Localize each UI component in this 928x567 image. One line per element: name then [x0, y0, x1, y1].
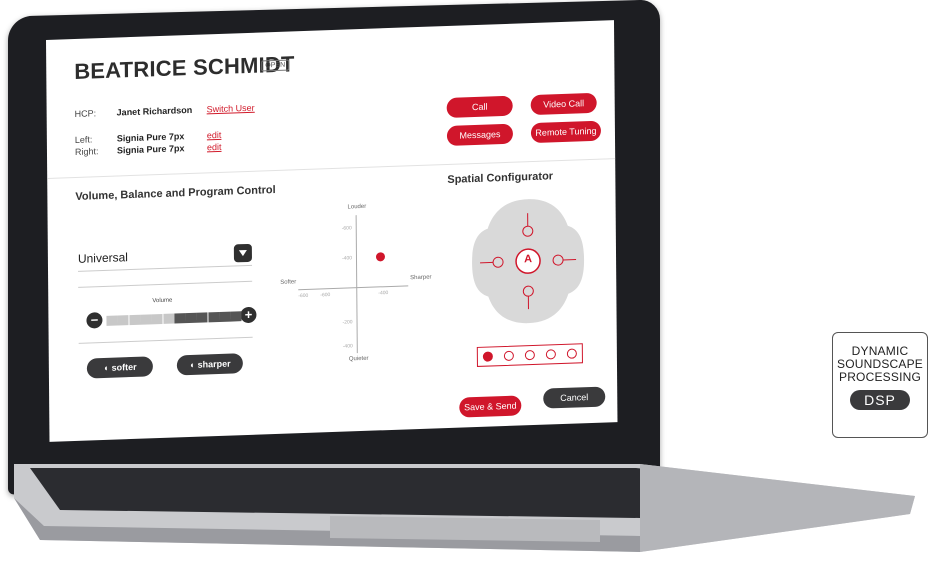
mode-side-icon[interactable] [540, 345, 561, 364]
sharper-button[interactable]: ◖ sharper [176, 353, 243, 376]
program-select[interactable]: Universal [77, 240, 253, 272]
badge-line-3: PROCESSING [838, 370, 921, 384]
volume-segment [185, 312, 197, 324]
balance-marker[interactable] [375, 252, 386, 262]
volume-plus-button[interactable]: + [240, 306, 257, 324]
volume-segment [151, 313, 163, 325]
volume-segment [208, 311, 220, 323]
hcp-label: HCP: [74, 108, 97, 120]
loud-label: Louder [347, 203, 367, 211]
speaker-icon: ◖ [189, 359, 195, 371]
remote-tuning-button[interactable]: Remote Tuning [530, 120, 602, 144]
left-label: Left: [74, 134, 93, 145]
softer-label: softer [111, 361, 137, 373]
call-button[interactable]: Call [446, 95, 513, 119]
tick-label: -200 [342, 319, 353, 326]
volume-segment [219, 311, 231, 322]
messages-button[interactable]: Messages [446, 123, 514, 147]
switch-user-link[interactable]: Switch User [207, 103, 255, 115]
quiet-label: Quieter [348, 355, 369, 363]
right-edit-link[interactable]: edit [207, 142, 222, 153]
volume-segment [129, 314, 141, 326]
speaker-icon: ◖ [103, 362, 109, 374]
save-send-button[interactable]: Save & Send [459, 395, 522, 418]
volume-segment [174, 313, 186, 324]
volume-segment [117, 315, 129, 326]
mode-back-icon[interactable] [519, 346, 540, 365]
right-label: Right: [74, 146, 99, 157]
status-badge: OPEN [261, 59, 290, 72]
hcp-name: Janet Richardson [116, 104, 193, 118]
divider-line [78, 280, 253, 288]
app-screen: BEATRICE SCHMIDT OPEN HCP: Janet Richard… [46, 20, 618, 442]
tick-label: -600 [320, 292, 331, 299]
volume-segment [196, 312, 208, 323]
soft-label: Softer [280, 279, 297, 286]
volume-segment [230, 311, 242, 322]
left-edit-link[interactable]: edit [207, 130, 222, 141]
chevron-down-icon[interactable] [233, 243, 252, 263]
tick-label: -600 [298, 292, 309, 300]
mode-focus-icon[interactable] [561, 344, 582, 363]
volume-segment [162, 313, 175, 324]
volume-minus-button[interactable]: − [86, 312, 103, 329]
balance-horizontal-axis [298, 285, 409, 291]
spatial-center-label: A [524, 253, 533, 266]
tick-label: -600 [341, 225, 352, 232]
tick-label: -400 [341, 255, 353, 262]
volume-segment [140, 314, 152, 325]
dsp-badge: DYNAMIC SOUNDSCAPE PROCESSING DSP [832, 332, 928, 438]
mode-all-icon[interactable] [478, 347, 499, 366]
left-device: Signia Pure 7px [116, 131, 185, 144]
sharp-label: Sharper [410, 274, 432, 282]
volume-section-title: Volume, Balance and Program Control [75, 183, 276, 203]
spatial-mode-icons [476, 343, 583, 367]
spatial-title: Spatial Configurator [447, 170, 554, 186]
video-call-button[interactable]: Video Call [530, 92, 597, 116]
tick-label: -400 [342, 343, 353, 350]
laptop-base [14, 464, 915, 552]
mode-front-icon[interactable] [499, 346, 520, 365]
volume-label: Volume [152, 297, 173, 305]
dsp-pill: DSP [850, 390, 910, 410]
tick-label: -400 [378, 290, 389, 297]
program-value: Universal [77, 250, 128, 266]
balance-vertical-axis [355, 215, 358, 354]
divider-line [78, 336, 253, 344]
right-device: Signia Pure 7px [116, 143, 185, 156]
volume-segment [106, 315, 118, 326]
cancel-button[interactable]: Cancel [543, 386, 606, 409]
softer-button[interactable]: ◖ softer [86, 356, 153, 379]
sharper-label: sharper [197, 358, 231, 370]
